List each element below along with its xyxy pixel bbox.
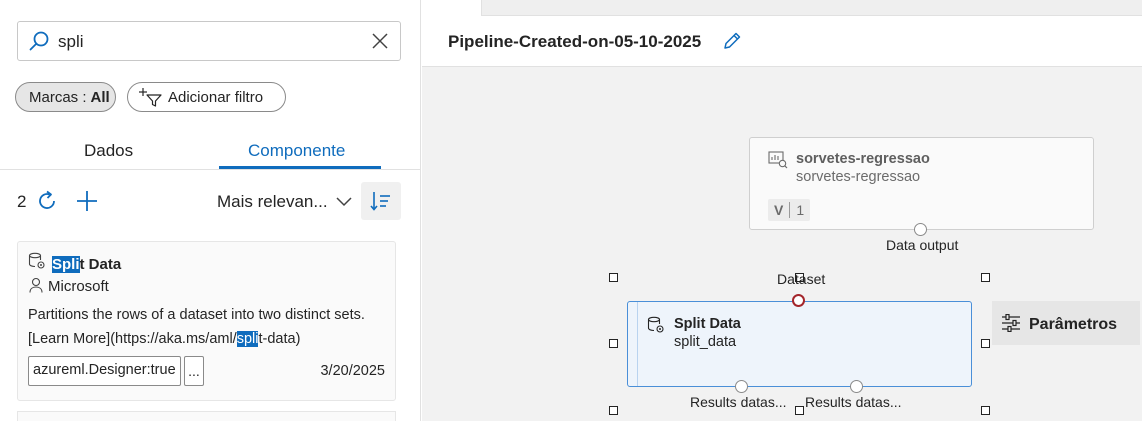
tab-data[interactable]: Dados	[84, 141, 133, 161]
tab-component[interactable]: Componente	[248, 141, 345, 161]
tabs-divider	[0, 169, 420, 170]
tab-pipeline[interactable]	[422, 0, 482, 16]
sort-order-button[interactable]	[361, 182, 401, 220]
add-filter-icon	[139, 88, 162, 107]
learn-more-link: [Learn More](https://aka.ms/aml/split-da…	[28, 327, 388, 351]
person-icon	[29, 277, 43, 293]
selection-handle[interactable]	[609, 406, 618, 415]
dataset-node-title: sorvetes-regressao	[796, 151, 930, 167]
dataset-node-subtitle: sorvetes-regressao	[796, 169, 921, 185]
search-input[interactable]: spli	[58, 32, 84, 52]
split-node-subtitle: split_data	[674, 334, 737, 350]
sort-dropdown[interactable]: Mais relevan...	[217, 192, 328, 212]
dataset-icon	[768, 151, 788, 169]
component-icon	[28, 252, 45, 269]
link-highlight: spli	[236, 331, 259, 347]
selection-handle[interactable]	[609, 273, 618, 282]
description-line: Partitions the rows of a dataset into tw…	[28, 307, 365, 323]
version-badge: V 1	[768, 199, 811, 221]
sort-descending-icon	[370, 192, 390, 211]
results-output-port-2[interactable]	[850, 380, 863, 393]
results-output-port-1[interactable]	[735, 380, 748, 393]
link-text-before: [Learn More](https://aka.ms/aml/	[28, 331, 237, 347]
selection-handle[interactable]	[981, 273, 990, 282]
results-output-label-2: Results datas...	[805, 394, 902, 410]
clear-search-icon[interactable]	[370, 31, 390, 51]
search-box[interactable]: spli	[17, 21, 401, 61]
data-output-label: Data output	[886, 237, 959, 253]
component-description: Partitions the rows of a dataset into tw…	[28, 303, 388, 351]
dataset-input-label: Dataset	[777, 271, 826, 287]
component-date: 3/20/2025	[320, 363, 385, 379]
pipeline-canvas[interactable]: Pipeline-Created-on-05-10-2025 sorvetes-…	[422, 0, 1142, 421]
more-tags-button[interactable]: ...	[184, 356, 204, 386]
data-output-port[interactable]	[914, 223, 927, 236]
tags-filter-value: All	[90, 88, 110, 106]
component-author: Microsoft	[48, 278, 109, 295]
refresh-icon[interactable]	[35, 189, 59, 213]
edit-pencil-icon[interactable]	[721, 30, 743, 52]
component-tag[interactable]: azureml.Designer:true	[28, 356, 181, 386]
add-filter-button[interactable]: Adicionar filtro	[127, 82, 286, 112]
parameters-label: Parâmetros	[1029, 316, 1118, 333]
component-card[interactable]	[17, 411, 396, 421]
title-highlight: Spli	[52, 256, 80, 273]
version-label: V	[774, 202, 784, 218]
title-rest: t Data	[79, 256, 122, 273]
search-icon	[29, 31, 49, 51]
component-title[interactable]: Split Data	[52, 256, 121, 273]
split-node-title: Split Data	[674, 316, 741, 332]
component-card[interactable]: Split Data Microsoft Partitions the rows…	[17, 241, 396, 401]
selection-handle[interactable]	[795, 406, 804, 415]
component-icon	[647, 316, 664, 333]
pipeline-title: Pipeline-Created-on-05-10-2025	[448, 32, 702, 51]
component-library-panel: spli Marcas : All Adicionar filtro Dados…	[0, 0, 421, 421]
settings-sliders-icon	[1002, 314, 1020, 332]
results-count: 2	[17, 192, 27, 211]
results-output-label-1: Results datas...	[690, 394, 787, 410]
link-text-after: t-data)	[258, 331, 301, 347]
pipeline-header: Pipeline-Created-on-05-10-2025	[422, 16, 1142, 67]
split-data-node[interactable]: Split Data split_data	[627, 301, 972, 387]
add-icon[interactable]	[75, 189, 99, 213]
selection-handle[interactable]	[609, 339, 618, 348]
add-filter-label: Adicionar filtro	[168, 88, 264, 106]
active-tab-indicator	[219, 166, 381, 169]
tags-filter-label: Marcas :	[29, 88, 87, 106]
dataset-input-port[interactable]	[792, 294, 805, 307]
node-accent-bar	[628, 302, 638, 386]
dataset-node[interactable]: sorvetes-regressao sorvetes-regressao V …	[749, 137, 1094, 230]
selection-handle[interactable]	[981, 406, 990, 415]
version-number: 1	[796, 202, 805, 218]
parameters-button[interactable]: Parâmetros	[992, 301, 1140, 345]
chevron-down-icon[interactable]	[335, 193, 353, 209]
tab-strip	[422, 0, 1142, 16]
tags-filter-chip[interactable]: Marcas : All	[15, 82, 116, 112]
selection-handle[interactable]	[981, 339, 990, 348]
